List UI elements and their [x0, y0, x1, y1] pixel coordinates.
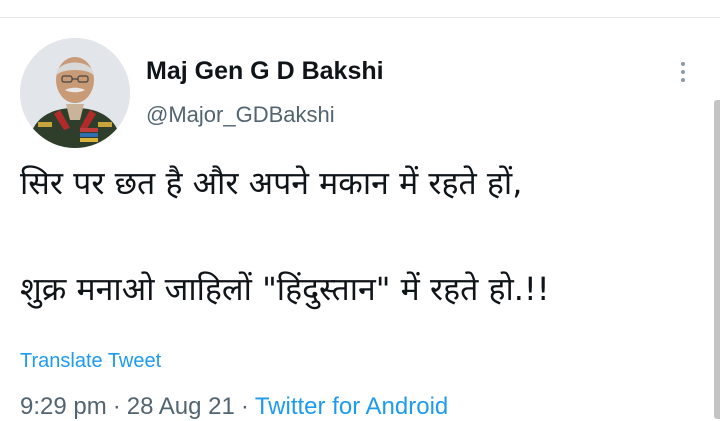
more-vertical-icon-dot [681, 78, 685, 82]
tweet-text-line: सिर पर छत है और अपने मकान में रहते हों, [20, 164, 523, 202]
tweet-text: सिर पर छत है और अपने मकान में रहते हों, … [20, 160, 690, 312]
top-divider [0, 17, 720, 18]
tweet-text-line: शुक्र मनाओ जाहिलों "हिंदुस्तान" में रहते… [20, 270, 550, 308]
more-vertical-icon-dot [681, 70, 685, 74]
author-handle[interactable]: @Major_GDBakshi [146, 102, 335, 128]
tweet-time[interactable]: 9:29 pm [20, 393, 107, 420]
tweet-source-link[interactable]: Twitter for Android [255, 393, 448, 420]
meta-separator: · [112, 393, 121, 420]
more-vertical-icon [681, 62, 685, 66]
tweet-date[interactable]: 28 Aug 21 [127, 393, 235, 420]
meta-separator: · [240, 393, 249, 420]
author-display-name[interactable]: Maj Gen G D Bakshi [146, 57, 384, 86]
avatar[interactable] [20, 38, 130, 148]
avatar-image [20, 38, 130, 148]
scrollbar[interactable] [714, 100, 720, 419]
translate-tweet-link[interactable]: Translate Tweet [20, 350, 161, 373]
tweet-meta: 9:29 pm · 28 Aug 21 · Twitter for Android [20, 393, 448, 421]
more-options-button[interactable] [672, 56, 694, 88]
